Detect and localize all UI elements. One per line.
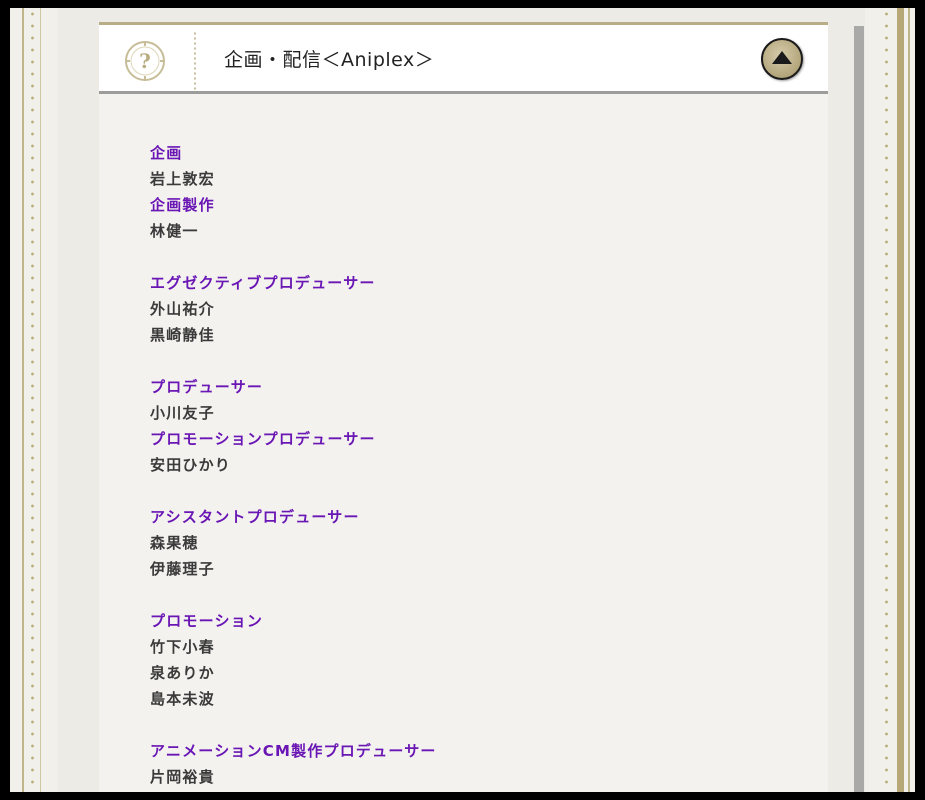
credit-name: 黒崎静佳 — [150, 326, 215, 344]
scrollbar[interactable] — [854, 26, 864, 792]
credit-role: プロモーションプロデューサー — [150, 430, 376, 448]
credit-group: アニメーションCM製作プロデューサー 片岡裕貴 — [150, 738, 437, 790]
help-icon[interactable]: ? — [124, 40, 166, 82]
up-triangle-icon — [772, 51, 792, 64]
credit-group: アシスタントプロデューサー 森果穂伊藤理子 — [150, 504, 437, 582]
left-ornament-border — [10, 8, 58, 792]
credit-name: 泉ありか — [150, 664, 215, 682]
page-title: 企画・配信＜Aniplex＞ — [224, 49, 435, 71]
credit-name: 森果穂 — [150, 534, 199, 552]
credit-role: アニメーションCM製作プロデューサー — [150, 742, 437, 760]
credit-name: 外山祐介 — [150, 300, 215, 318]
credit-role: エグゼクティブプロデューサー — [150, 274, 376, 292]
svg-text:?: ? — [139, 49, 151, 73]
panel-header: ? 企画・配信＜Aniplex＞ — [99, 22, 828, 94]
credit-name: 伊藤理子 — [150, 560, 215, 578]
credit-group: プロデューサー 小川友子プロモーションプロデューサー 安田ひかり — [150, 374, 437, 478]
scroll-to-top-button[interactable] — [761, 38, 803, 80]
credit-name: 片岡裕貴 — [150, 768, 215, 786]
credit-group: 企画岩上敦宏企画製作林健一 — [150, 140, 437, 244]
credits-panel: ? 企画・配信＜Aniplex＞ 企画岩上敦宏企画製作林健一エグゼクティブプロデ… — [99, 22, 828, 792]
credit-role: プロデューサー — [150, 378, 264, 396]
credit-name: 島本未波 — [150, 690, 215, 708]
credit-name: 小川友子 — [150, 404, 215, 422]
credit-name: 岩上敦宏 — [150, 170, 215, 188]
credits-list: 企画岩上敦宏企画製作林健一エグゼクティブプロデューサー 外山祐介黒崎静佳プロデュー… — [150, 140, 437, 792]
right-ornament-border — [865, 8, 915, 792]
credit-group: プロモーション 竹下小春泉ありか島本未波 — [150, 608, 437, 712]
credit-group: エグゼクティブプロデューサー 外山祐介黒崎静佳 — [150, 270, 437, 348]
credit-name: 安田ひかり — [150, 456, 232, 474]
credit-name: 竹下小春 — [150, 638, 215, 656]
credit-name: 林健一 — [150, 222, 199, 240]
header-divider — [194, 31, 196, 91]
credit-role: 企画製作 — [150, 196, 215, 214]
credit-role: 企画 — [150, 144, 183, 162]
credit-role: プロモーション — [150, 612, 264, 630]
app-frame: ? 企画・配信＜Aniplex＞ 企画岩上敦宏企画製作林健一エグゼクティブプロデ… — [10, 8, 915, 792]
credit-role: アシスタントプロデューサー — [150, 508, 360, 526]
